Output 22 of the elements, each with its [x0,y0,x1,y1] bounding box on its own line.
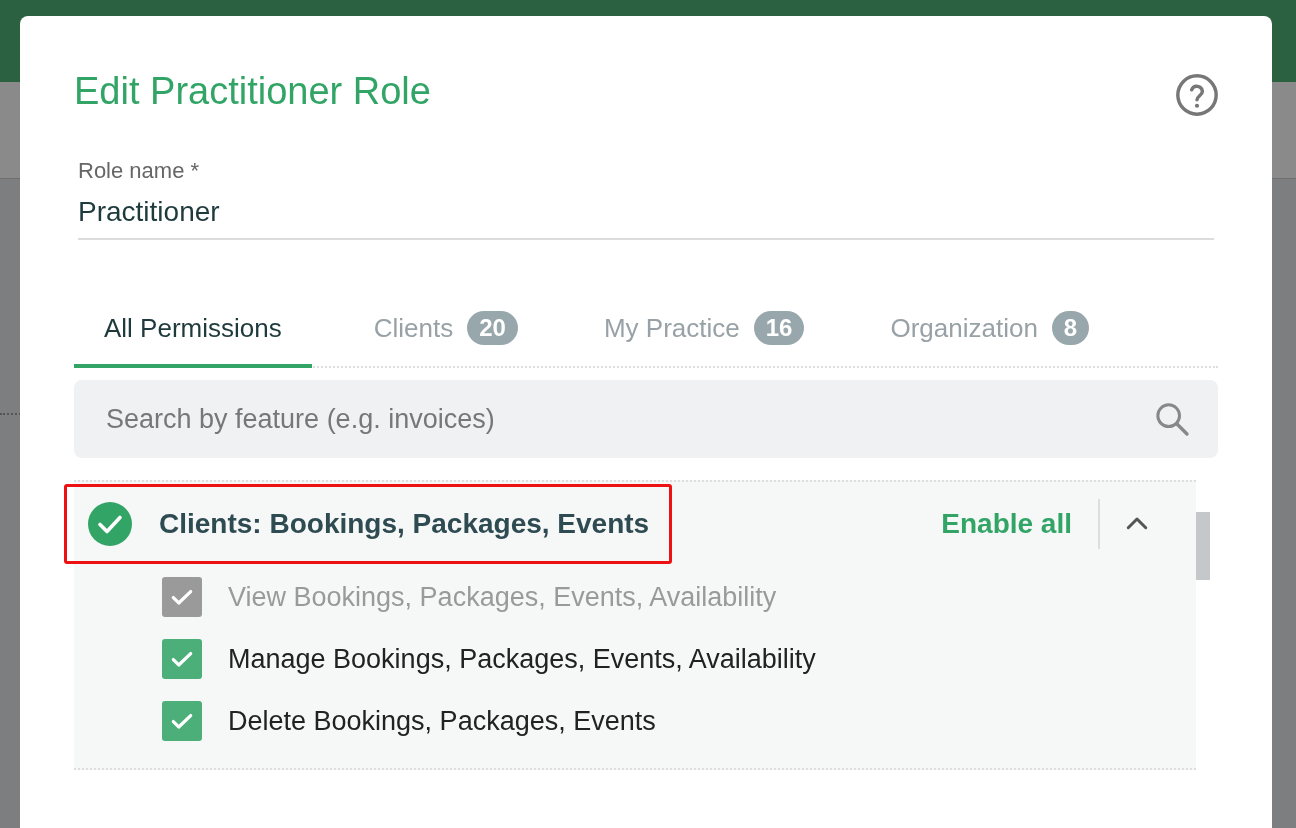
role-name-field[interactable]: Role name * Practitioner [78,158,1214,240]
permission-label: View Bookings, Packages, Events, Availability [228,581,777,613]
tab[interactable]: Organization 8 [860,292,1120,368]
tab[interactable]: Clients 20 [343,292,548,368]
group-title: Clients: Bookings, Packages, Events [159,508,650,540]
search-input[interactable]: Search by feature (e.g. invoices) [104,402,1152,436]
tab[interactable]: All Permissions [74,292,312,368]
search-field[interactable]: Search by feature (e.g. invoices) [74,380,1218,458]
checkbox[interactable] [162,701,202,741]
count-badge: 16 [753,311,805,345]
role-name-input[interactable]: Practitioner [78,196,1214,228]
count-badge: 20 [467,311,518,345]
help-icon[interactable] [1174,72,1220,118]
scrollbar-thumb[interactable] [1196,512,1210,580]
field-label: Role name * [78,158,201,184]
checkbox[interactable] [162,639,202,679]
enable-all-link[interactable]: Enable all [941,499,1100,549]
permission-label: Delete Bookings, Packages, Events [228,705,656,737]
tab[interactable]: My Practice 16 [573,292,835,368]
dialog-title: Edit Practitioner Role [74,70,431,113]
permission-label: Manage Bookings, Packages, Events, Availability [228,643,816,675]
count-badge: 8 [1051,311,1090,345]
